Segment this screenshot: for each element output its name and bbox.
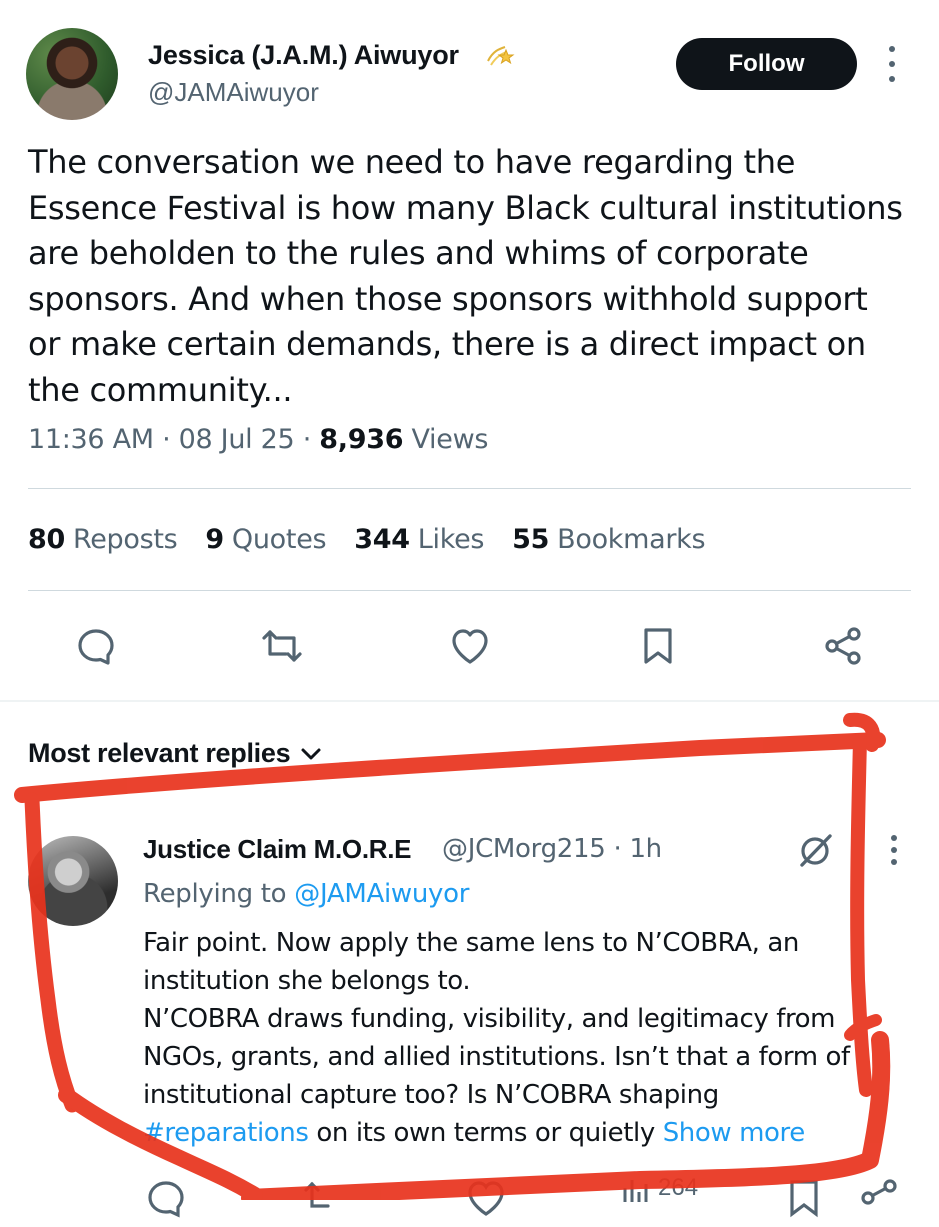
hashtag-link[interactable]: #reparations <box>143 1118 309 1148</box>
divider <box>28 488 911 489</box>
reply-repost-icon[interactable] <box>300 1174 348 1222</box>
views-label: Views <box>411 424 489 455</box>
reply-line: Fair point. Now apply the same lens to N… <box>143 928 800 958</box>
replies-sort-label: Most relevant replies <box>28 738 291 768</box>
reply-reply-icon[interactable] <box>142 1174 190 1222</box>
reply-more-options-icon[interactable] <box>882 835 906 865</box>
grok-icon[interactable] <box>796 830 836 870</box>
separator-dot: · <box>302 424 320 455</box>
like-icon[interactable] <box>446 622 494 670</box>
likes-stat[interactable]: 344 Likes <box>354 524 484 555</box>
reply-like-icon[interactable] <box>462 1174 510 1222</box>
separator-dot: · <box>162 424 179 455</box>
bookmarks-stat[interactable]: 55 Bookmarks <box>512 524 705 555</box>
author-name[interactable]: Jessica (J.A.M.) Aiwuyor <box>148 40 459 71</box>
tweet-line: sponsors. And when those sponsors withho… <box>28 279 868 318</box>
tweet-meta: 11:36 AM · 08 Jul 25 · 8,936 Views <box>28 424 488 455</box>
reply-author-avatar[interactable] <box>28 836 118 926</box>
reply-author-name[interactable]: Justice Claim M.O.R.E <box>143 834 412 865</box>
reply-line-rest: on its own terms or quietly <box>308 1118 655 1148</box>
reply-line: N’COBRA draws funding, visibility, and l… <box>143 1004 836 1034</box>
replies-sort-dropdown[interactable]: Most relevant replies <box>28 738 322 769</box>
author-avatar[interactable] <box>26 28 118 120</box>
reposts-stat[interactable]: 80 Reposts <box>28 524 178 555</box>
views-count: 8,936 <box>319 424 404 455</box>
separator-dot: · <box>613 834 630 864</box>
replying-to: Replying to @JAMAiwuyor <box>143 879 469 909</box>
section-separator <box>0 700 939 702</box>
engagement-stats: 80 Reposts 9 Quotes 344 Likes 55 Bookmarks <box>28 524 706 555</box>
tweet-line: the community... <box>28 370 293 409</box>
show-more-link[interactable]: Show more <box>663 1118 806 1148</box>
quotes-stat[interactable]: 9 Quotes <box>205 524 326 555</box>
reply-line: institutional capture too? Is N’COBRA sh… <box>143 1080 719 1110</box>
reply-line: NGOs, grants, and allied institutions. I… <box>143 1042 850 1072</box>
replying-to-prefix: Replying to <box>143 879 287 909</box>
reply-views-count: 264 <box>658 1174 699 1201</box>
tweet-time[interactable]: 11:36 AM <box>28 424 154 455</box>
reply-author-handle[interactable]: @JCMorg215 <box>442 834 606 864</box>
divider <box>28 590 911 591</box>
reply-share-icon[interactable] <box>856 1174 904 1222</box>
tweet-line: The conversation we need to have regardi… <box>28 143 796 181</box>
follow-button[interactable]: Follow <box>676 38 857 90</box>
bookmark-icon[interactable] <box>634 622 682 670</box>
tweet-line: or make certain demands, there is a dire… <box>28 325 866 363</box>
tweet-line: are beholden to the rules and whims of c… <box>28 234 809 272</box>
reply-icon[interactable] <box>72 622 120 670</box>
tweet-line: Essence Festival is how many Black cultu… <box>28 188 903 227</box>
reply-age[interactable]: 1h <box>629 834 662 864</box>
reply-line: institution she belongs to. <box>143 966 471 996</box>
shooting-star-badge-icon <box>487 46 515 66</box>
tweet-text: The conversation we need to have regardi… <box>28 140 918 413</box>
author-handle[interactable]: @JAMAiwuyor <box>148 77 319 108</box>
repost-icon[interactable] <box>258 622 306 670</box>
tweet-date[interactable]: 08 Jul 25 <box>179 424 295 455</box>
reply-bookmark-icon[interactable] <box>780 1174 828 1222</box>
reply-author-meta: @JCMorg215 · 1h <box>442 834 662 864</box>
replying-to-handle[interactable]: @JAMAiwuyor <box>294 879 469 909</box>
reply-text: Fair point. Now apply the same lens to N… <box>143 924 903 1152</box>
chevron-down-icon <box>301 748 321 759</box>
reply-line: #reparations on its own terms or quietly… <box>143 1114 903 1152</box>
more-options-icon[interactable] <box>880 46 904 82</box>
share-icon[interactable] <box>820 622 868 670</box>
